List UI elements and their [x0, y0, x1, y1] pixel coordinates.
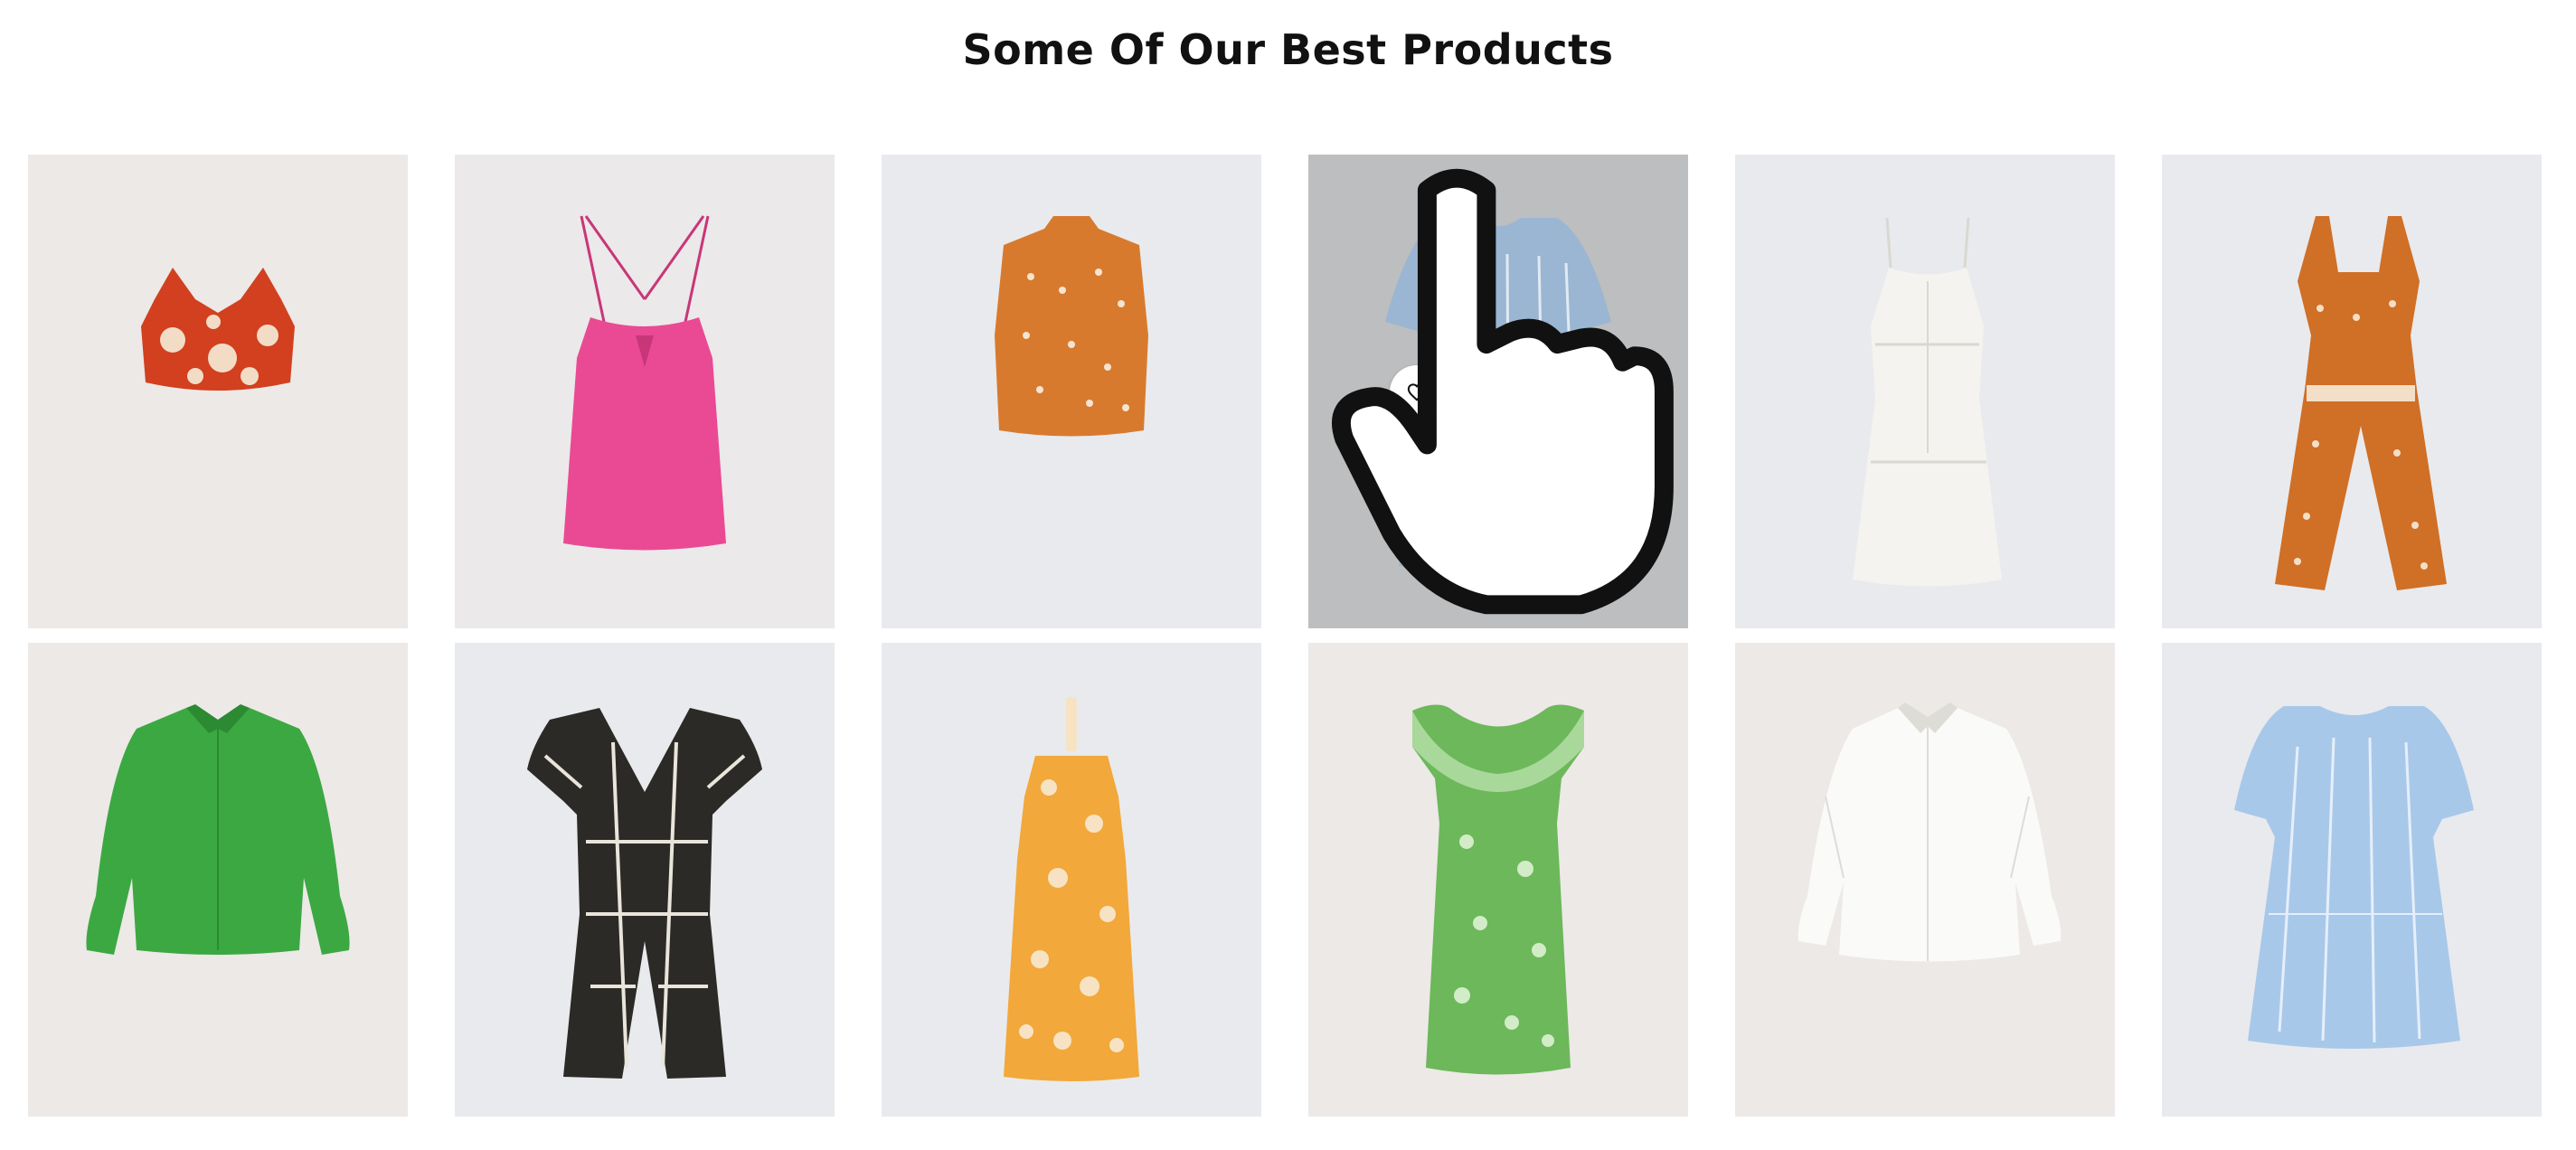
product-image[interactable]: [455, 643, 835, 1117]
product-card-orange-polka-dot-jumpsuit[interactable]: [2162, 155, 2542, 628]
product-image[interactable]: [1308, 643, 1688, 1117]
section-title: Some Of Our Best Products: [962, 25, 1614, 74]
hand-cursor-icon: [1331, 168, 1674, 615]
product-image[interactable]: [1735, 155, 2115, 628]
product-image[interactable]: [28, 643, 408, 1117]
product-image[interactable]: [882, 155, 1261, 628]
product-image[interactable]: [2162, 155, 2542, 628]
product-card-white-strappy-midi-dress[interactable]: [1735, 155, 2115, 628]
product-card-pink-strappy-mini-dress[interactable]: [455, 155, 835, 628]
product-grid: [28, 155, 2543, 1150]
product-card-geometric-print-jumpsuit[interactable]: [455, 643, 835, 1117]
product-card-yellow-floral-halter-dress[interactable]: [882, 643, 1261, 1117]
product-card-floral-halter-crop-top[interactable]: [28, 155, 408, 628]
product-image[interactable]: [1735, 643, 2115, 1117]
product-card-orange-polka-dot-top[interactable]: [882, 155, 1261, 628]
product-image[interactable]: [2162, 643, 2542, 1117]
product-card-blue-striped-puff-sleeve-dress[interactable]: [1308, 155, 1688, 628]
product-card-green-floral-ruffle-dress[interactable]: [1308, 643, 1688, 1117]
product-image[interactable]: [455, 155, 835, 628]
product-card-white-oversized-shirt[interactable]: [1735, 643, 2115, 1117]
product-card-light-blue-tiered-dress[interactable]: [2162, 643, 2542, 1117]
product-image[interactable]: [28, 155, 408, 628]
product-card-green-satin-shirt[interactable]: [28, 643, 408, 1117]
product-image[interactable]: [882, 643, 1261, 1117]
